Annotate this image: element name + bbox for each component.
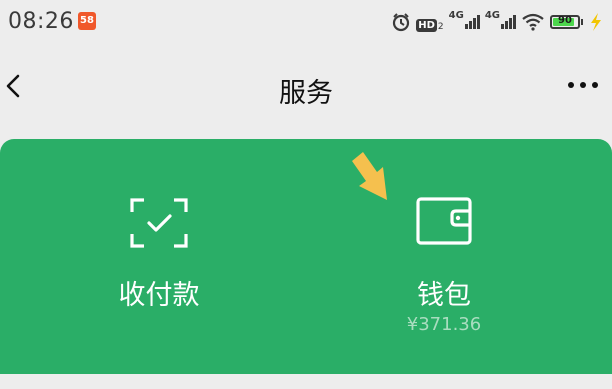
service-card: 收付款 钱包 ¥371.36: [0, 139, 612, 374]
signal-icon-2: 4G: [485, 10, 516, 29]
app-notification-icon: 58: [78, 12, 96, 30]
more-icon[interactable]: [568, 82, 598, 88]
wallet-label: 钱包: [417, 280, 471, 311]
pay-receive-label: 收付款: [118, 280, 200, 311]
wallet-balance: ¥371.36: [406, 314, 482, 335]
wallet-tile[interactable]: 钱包 ¥371.36: [300, 139, 588, 374]
arrow-down-left-icon: [352, 152, 387, 200]
hd-call-icon: HD 2: [416, 18, 444, 32]
signal-icon: 4G: [449, 10, 480, 29]
wallet-icon: [416, 197, 472, 245]
charging-icon: [591, 13, 601, 31]
status-icons: HD 2 4G 4G 90: [391, 10, 604, 33]
status-time: 08:26: [8, 9, 74, 34]
wifi-icon: [522, 13, 544, 31]
scan-pay-icon: [130, 198, 188, 248]
status-bar: 08:26 58 HD 2 4G 4G 90: [0, 0, 612, 44]
page-title: 服务: [279, 78, 333, 109]
pay-receive-tile[interactable]: 收付款: [0, 139, 318, 374]
battery-icon: 90: [550, 15, 580, 29]
nav-bar: 服务: [0, 44, 612, 130]
alarm-icon: [393, 13, 410, 32]
